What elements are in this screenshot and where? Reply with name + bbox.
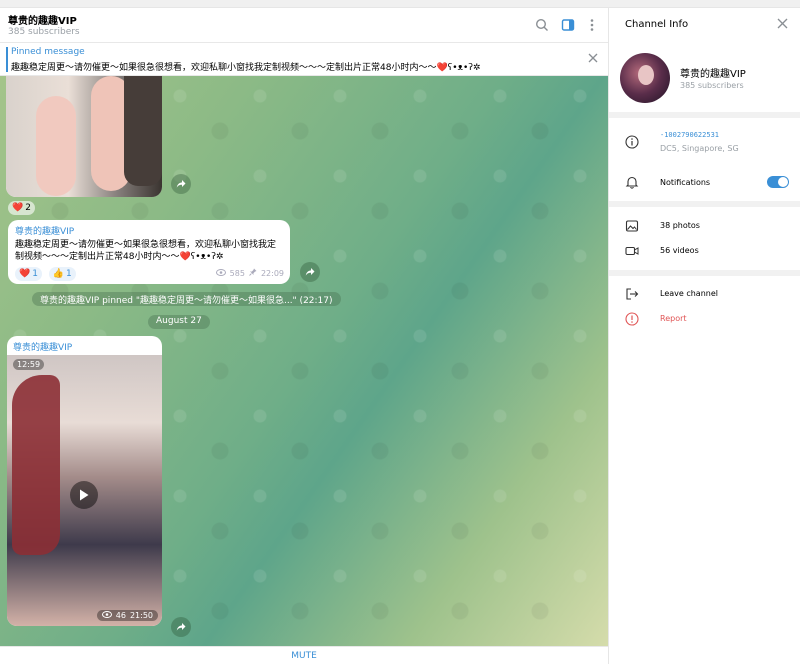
- channel-name: 尊贵的趣趣VIP: [680, 69, 746, 80]
- mute-bar: MUTE: [0, 646, 608, 664]
- views-icon: [101, 611, 112, 620]
- text-message[interactable]: 尊贵的趣趣VIP 趣趣稳定周更～请勿催更～如果很急很想看，欢迎私聊小窗找我定制视…: [8, 220, 290, 284]
- message-reactions: ❤️ 1 👍 1: [15, 265, 79, 281]
- channel-datacenter: DC5, Singapore, SG: [660, 144, 739, 153]
- photo-icon: [624, 218, 640, 234]
- reaction-count: 1: [32, 269, 38, 279]
- mute-button[interactable]: MUTE: [291, 651, 317, 661]
- video-thumbnail[interactable]: 12:59 46 21:50: [7, 355, 162, 626]
- channel-subscribers: 385 subscribers: [680, 81, 744, 90]
- leave-channel-button[interactable]: Leave channel: [660, 289, 718, 298]
- info-icon: [624, 134, 640, 150]
- message-meta: 585 22:09: [215, 268, 284, 278]
- leave-icon: [624, 286, 640, 302]
- message-time: 22:09: [260, 268, 284, 278]
- reaction-thumbs-up[interactable]: 👍 1: [48, 267, 76, 281]
- message-meta: 46 21:50: [96, 610, 158, 621]
- video-message[interactable]: 尊贵的趣趣VIP 12:59 46 21:50: [7, 336, 162, 626]
- notifications-label: Notifications: [660, 178, 711, 187]
- forward-icon[interactable]: [300, 262, 320, 282]
- thumbs-up-icon: 👍: [52, 269, 64, 279]
- divider: [609, 112, 800, 118]
- notifications-toggle[interactable]: [767, 176, 789, 188]
- views-icon: [215, 268, 226, 278]
- videos-link[interactable]: 56 videos: [660, 246, 699, 255]
- views-count: 585: [229, 268, 245, 278]
- message-author[interactable]: 尊贵的趣趣VIP: [15, 224, 283, 237]
- pinned-accent-bar: [6, 47, 8, 72]
- search-icon[interactable]: [533, 16, 551, 34]
- reaction-heart[interactable]: ❤️ 2: [8, 201, 35, 215]
- panel-title: Channel Info: [625, 19, 689, 30]
- divider: [609, 201, 800, 207]
- message-feed[interactable]: ❤️ 2 尊贵的趣趣VIP 趣趣稳定周更～请勿催更～如果很急很想看，欢迎私聊小窗…: [0, 76, 608, 646]
- reaction-count: 1: [66, 269, 72, 279]
- chat-column: 尊贵的趣趣VIP 385 subscribers Pinned message …: [0, 8, 608, 664]
- pinned-message-bar[interactable]: Pinned message 趣趣稳定周更～请勿催更～如果很急很想看，欢迎私聊小…: [0, 43, 608, 76]
- views-count: 46: [115, 611, 126, 620]
- date-divider[interactable]: August 27: [148, 315, 210, 329]
- heart-icon: ❤️: [12, 203, 24, 213]
- pinned-text: 趣趣稳定周更～请勿催更～如果很急很想看，欢迎私聊小窗找我定制视频～～～定制出片正…: [11, 63, 481, 73]
- chat-header[interactable]: 尊贵的趣趣VIP 385 subscribers: [0, 8, 608, 43]
- chat-subscribers: 385 subscribers: [8, 27, 80, 37]
- pinned-label: Pinned message: [11, 47, 85, 57]
- photos-link[interactable]: 38 photos: [660, 221, 700, 230]
- sidebar-toggle-icon[interactable]: [559, 16, 577, 34]
- chat-title[interactable]: 尊贵的趣趣VIP: [8, 12, 77, 27]
- close-icon[interactable]: [588, 52, 598, 66]
- photo-message[interactable]: [6, 76, 162, 197]
- video-duration: 12:59: [13, 359, 45, 370]
- avatar[interactable]: [620, 53, 670, 103]
- play-icon[interactable]: [70, 481, 98, 509]
- service-message[interactable]: 尊贵的趣趣VIP pinned "趣趣稳定周更～请勿催更～如果很急..." (2…: [32, 292, 341, 306]
- close-icon[interactable]: [777, 18, 788, 32]
- channel-info-panel: Channel Info 尊贵的趣趣VIP 385 subscribers -1…: [608, 8, 800, 664]
- message-text: 趣趣稳定周更～请勿催更～如果很急很想看，欢迎私聊小窗找我定制视频～～～定制出片正…: [15, 240, 277, 262]
- reaction-heart[interactable]: ❤️ 1: [15, 267, 42, 281]
- forward-icon[interactable]: [171, 617, 191, 637]
- video-icon: [624, 243, 640, 259]
- window-top-strip: [0, 0, 800, 8]
- pin-icon: [249, 268, 257, 278]
- heart-icon: ❤️: [19, 269, 31, 279]
- reaction-count: 2: [25, 203, 31, 213]
- message-author[interactable]: 尊贵的趣趣VIP: [13, 340, 72, 353]
- message-time: 21:50: [129, 611, 153, 620]
- report-icon: [624, 311, 640, 327]
- report-button[interactable]: Report: [660, 314, 687, 323]
- divider: [609, 270, 800, 276]
- more-vertical-icon[interactable]: [583, 16, 601, 34]
- forward-icon[interactable]: [171, 174, 191, 194]
- bell-icon: [624, 174, 640, 190]
- channel-id[interactable]: -1002790622531: [660, 131, 719, 139]
